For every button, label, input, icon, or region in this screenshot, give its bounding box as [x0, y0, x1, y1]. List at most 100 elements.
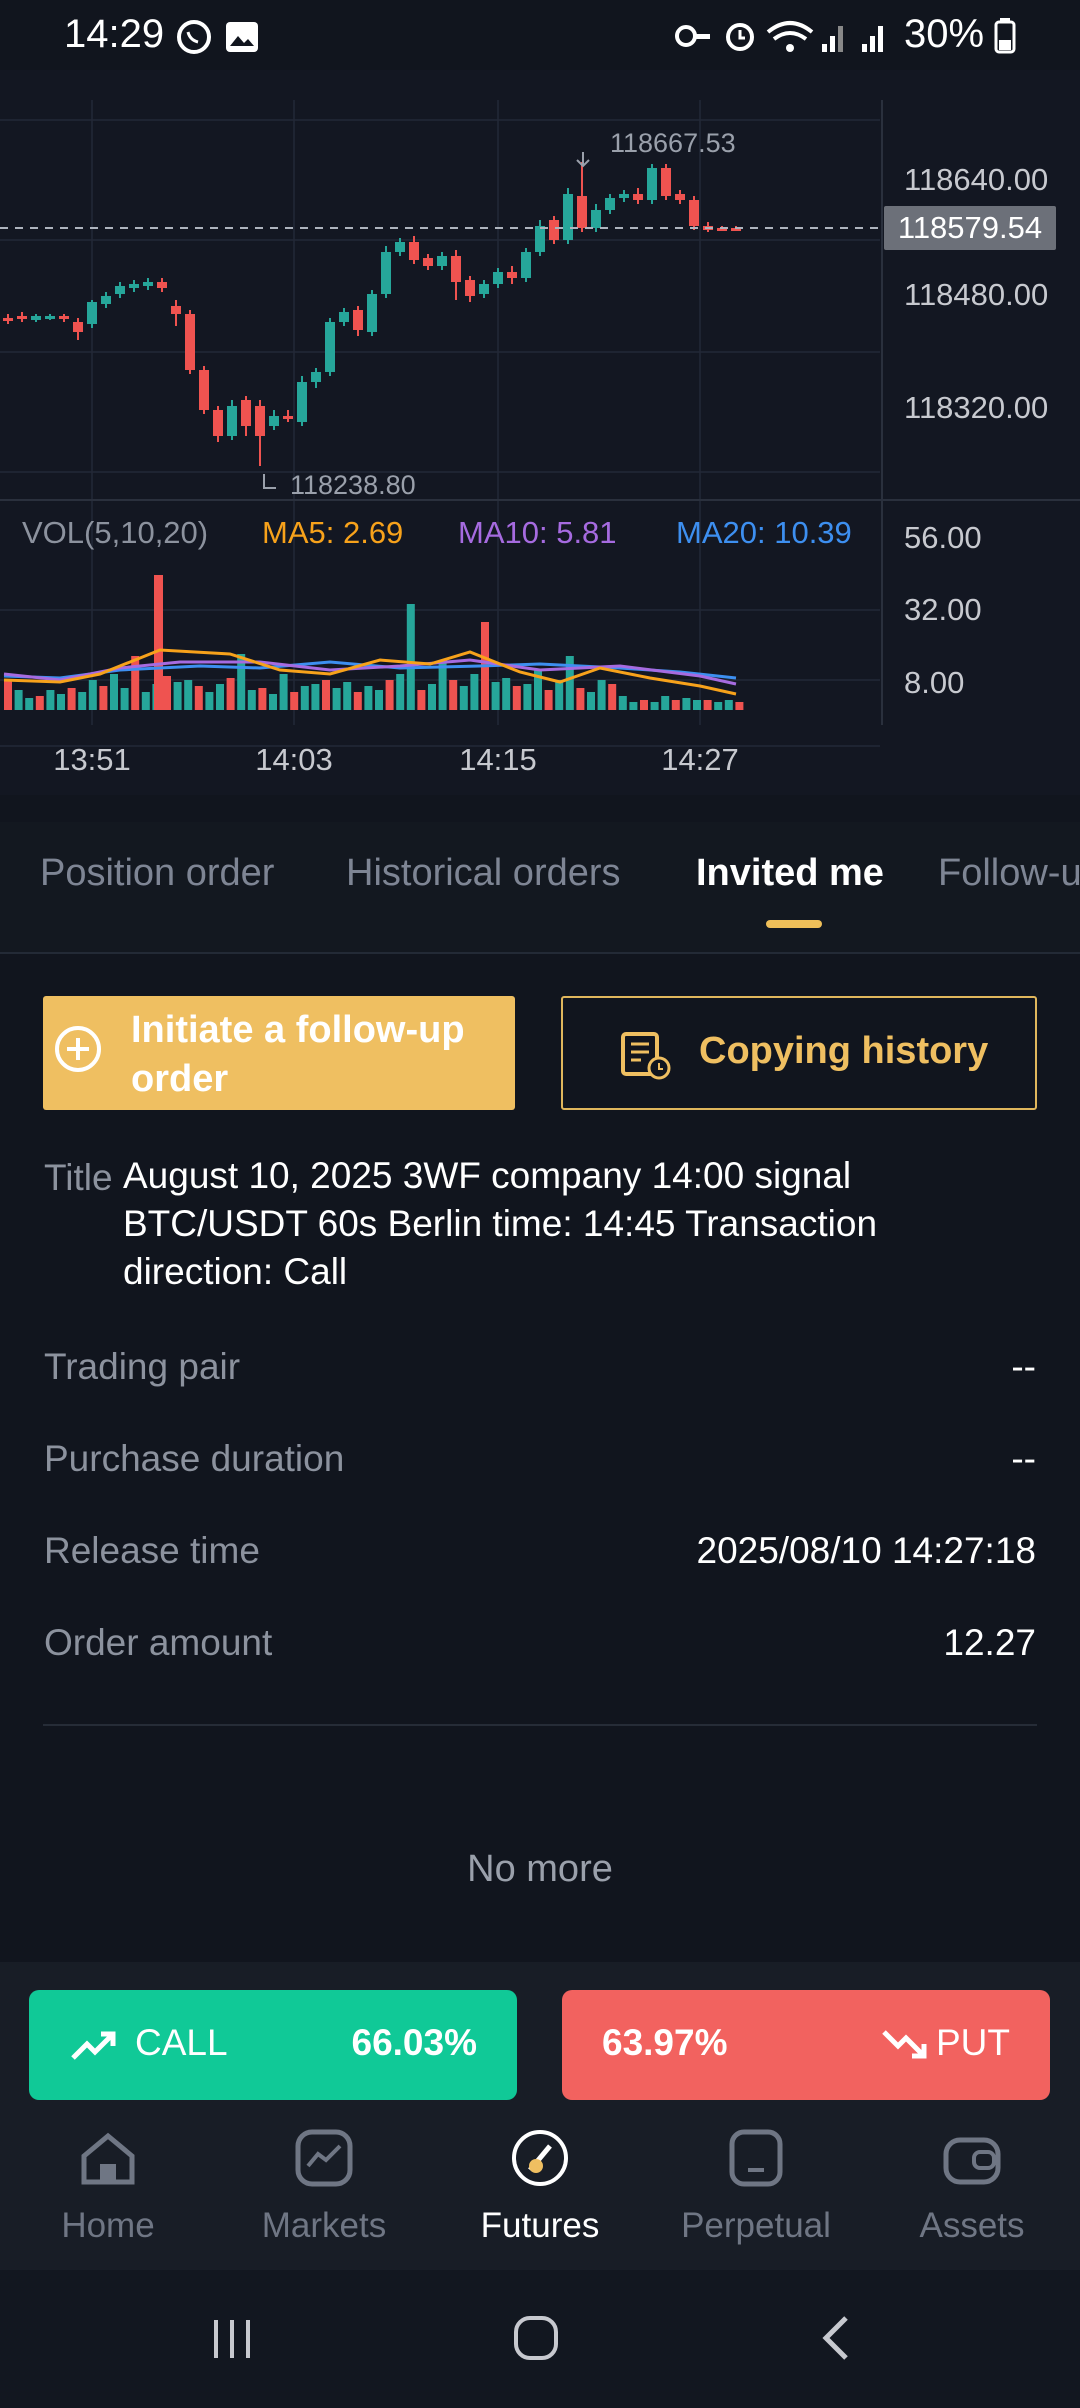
volume-bar — [491, 682, 500, 710]
ma20-label: MA20: 10.39 — [676, 515, 852, 550]
price-chart[interactable]: 118579.54 118667.53 118238.80 118640.00 … — [0, 70, 1080, 795]
back-icon[interactable] — [818, 2314, 858, 2364]
candle-body — [171, 306, 181, 314]
tab-invited-me[interactable]: Invited me — [696, 852, 884, 895]
call-button[interactable]: CALL 66.03% — [29, 1990, 517, 2100]
volume-bar — [322, 680, 330, 710]
candle-body — [423, 258, 433, 266]
candle-body — [143, 282, 153, 286]
nav-home-label: Home — [61, 2206, 155, 2245]
candle-body — [101, 296, 111, 304]
volume-bar — [661, 696, 670, 710]
volume-bar — [216, 684, 224, 710]
low-marker-arrow — [263, 474, 276, 489]
candle-body — [17, 316, 27, 319]
volume-tick: 56.00 — [904, 520, 982, 555]
volume-bar — [343, 682, 352, 710]
nav-assets[interactable]: Assets — [864, 2110, 1080, 2270]
volume-bar — [131, 656, 140, 710]
volume-tick: 8.00 — [904, 665, 964, 700]
candle-body — [283, 416, 293, 419]
volume-bar — [57, 694, 65, 710]
volume-tick: 32.00 — [904, 592, 982, 627]
home-icon — [81, 2132, 135, 2185]
volume-bar — [417, 690, 426, 710]
volume-bar — [353, 692, 362, 710]
candle-body — [269, 416, 279, 426]
candle-body — [45, 316, 55, 319]
put-button[interactable]: 63.97% PUT — [562, 1990, 1050, 2100]
volume-bar — [449, 680, 458, 710]
home-button-icon[interactable] — [512, 2314, 562, 2364]
candle-body — [213, 410, 223, 436]
volume-bar — [173, 682, 182, 710]
candle-body — [451, 256, 461, 282]
candle-body — [31, 316, 41, 320]
candlestick-chart-svg[interactable]: 118579.54 118667.53 118238.80 118640.00 … — [0, 70, 1080, 795]
volume-bar — [269, 694, 277, 710]
volume-bar — [163, 676, 171, 710]
time-tick: 14:15 — [459, 742, 537, 777]
tab-position-order[interactable]: Position order — [40, 852, 274, 895]
volume-bar — [247, 690, 256, 710]
gallery-icon — [226, 22, 258, 52]
nav-perpetual[interactable]: Perpetual — [648, 2110, 864, 2270]
copying-history-button[interactable]: Copying history — [561, 996, 1037, 1110]
candle-body — [129, 284, 139, 288]
recent-apps-icon[interactable] — [208, 2316, 258, 2362]
volume-bar — [14, 690, 23, 710]
futures-icon — [512, 2130, 568, 2186]
purchase-duration-label: Purchase duration — [44, 1438, 345, 1479]
volume-bar — [502, 678, 511, 710]
volume-bar — [78, 692, 87, 710]
nav-markets-label: Markets — [261, 2206, 387, 2245]
signal-icon — [822, 26, 843, 52]
candle-body — [647, 168, 657, 200]
tab-follow-up[interactable]: Follow-u — [938, 852, 1080, 895]
candle-body — [605, 198, 615, 210]
candle-body — [633, 194, 643, 200]
volume-bar — [724, 700, 733, 710]
volume-bar — [290, 692, 299, 710]
candle-body — [465, 280, 475, 296]
markets-icon — [295, 2129, 353, 2187]
candle-body — [479, 284, 489, 294]
candle-body — [675, 194, 685, 200]
candle-body — [353, 310, 363, 330]
nav-home[interactable]: Home — [0, 2110, 216, 2270]
candle-body — [339, 312, 349, 322]
call-label: CALL — [135, 2022, 228, 2063]
order-amount-value: 12.27 — [943, 1622, 1036, 1663]
volume-bar — [258, 688, 267, 710]
volume-bar — [332, 688, 341, 710]
volume-bar — [375, 690, 383, 710]
volume-bar — [714, 702, 723, 710]
time-tick: 13:51 — [53, 742, 131, 777]
copying-history-label: Copying history — [699, 1030, 989, 1072]
nav-markets[interactable]: Markets — [216, 2110, 432, 2270]
volume-bar — [459, 686, 468, 710]
whatsapp-icon — [177, 20, 211, 54]
volume-bar — [226, 678, 235, 710]
put-label: PUT — [936, 2022, 1010, 2063]
candle-body — [199, 370, 209, 410]
purchase-duration-value: -- — [1011, 1438, 1036, 1479]
volume-bar — [25, 698, 34, 710]
candle-body — [73, 322, 83, 332]
history-document-icon — [621, 1032, 671, 1080]
tab-historical-orders[interactable]: Historical orders — [346, 852, 621, 895]
initiate-follow-up-button[interactable]: Initiate a follow-up order — [43, 996, 515, 1110]
volume-bar — [428, 684, 436, 710]
time-tick: 14:27 — [661, 742, 739, 777]
candle-body — [241, 400, 251, 426]
candle-body — [535, 226, 545, 252]
volume-bar — [300, 686, 309, 710]
price-low-label: 118238.80 — [290, 470, 416, 500]
volume-bar — [650, 702, 659, 710]
candle-body — [297, 382, 307, 422]
candle-body — [409, 242, 419, 260]
volume-bar — [194, 686, 203, 710]
nav-futures[interactable]: Futures — [432, 2110, 648, 2270]
volume-bar — [88, 680, 97, 710]
release-time-value: 2025/08/10 14:27:18 — [696, 1530, 1037, 1571]
